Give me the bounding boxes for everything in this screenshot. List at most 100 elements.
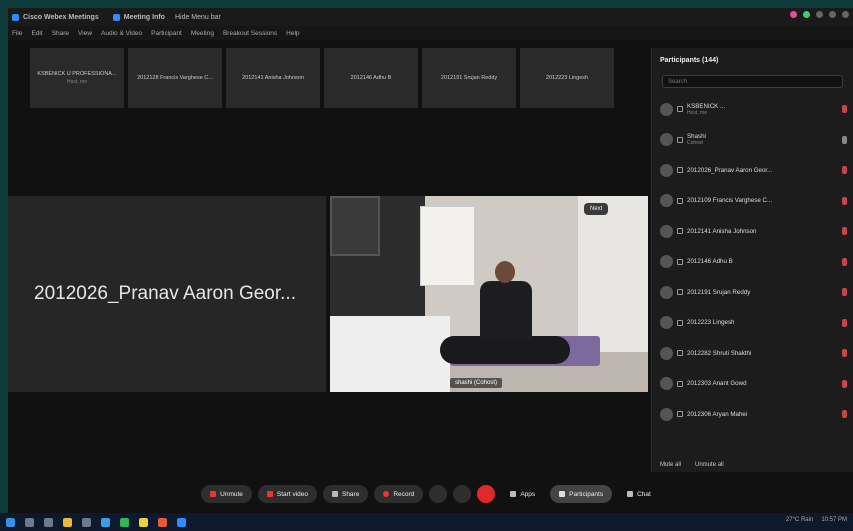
app-icon[interactable]	[139, 517, 148, 527]
mic-muted-icon[interactable]	[842, 105, 847, 114]
menu-file[interactable]: File	[12, 30, 22, 37]
participant-row[interactable]: 2012303 Anant Gowd	[660, 369, 847, 400]
mute-all-button[interactable]: Mute all	[660, 462, 681, 468]
menu-view[interactable]: View	[78, 30, 92, 37]
thumbnail-tile[interactable]: 2012141 Anisha Johnson	[226, 48, 320, 108]
chat-button[interactable]: Chat	[618, 485, 660, 503]
device-icon	[677, 350, 683, 357]
thumbnail-tile[interactable]: 2012223 Lingesh	[520, 48, 614, 108]
system-tray: 27°C Rain 10:57 PM	[786, 517, 847, 523]
thumbnail-tile[interactable]: 2012191 Srujan Reddy	[422, 48, 516, 108]
minimize-icon[interactable]	[816, 11, 823, 18]
menu-participant[interactable]: Participant	[151, 30, 182, 37]
next-button[interactable]: Next	[584, 203, 609, 215]
search-icon[interactable]	[25, 517, 34, 527]
person-head	[495, 261, 515, 283]
start-icon[interactable]	[6, 517, 15, 527]
participant-row[interactable]: 2012146 Adhu B	[660, 247, 847, 278]
counter	[330, 316, 450, 392]
menu-bar: File Edit Share View Audio & Video Parti…	[8, 26, 853, 40]
participant-row[interactable]: 2012282 Shruti Shakthi	[660, 338, 847, 369]
store-icon[interactable]	[82, 517, 91, 527]
app-title: Cisco Webex Meetings	[8, 13, 99, 21]
close-icon[interactable]	[842, 11, 849, 18]
device-icon	[677, 411, 683, 418]
start-video-button[interactable]: Start video	[257, 485, 317, 503]
app-icon[interactable]	[158, 517, 167, 527]
avatar	[660, 407, 673, 421]
menu-share[interactable]: Share	[52, 30, 69, 37]
participant-row[interactable]: 2012026_Pranav Aaron Geor...	[660, 155, 847, 186]
avatar	[660, 163, 673, 177]
mic-muted-icon[interactable]	[842, 257, 847, 266]
active-video-tile[interactable]: Next shashi (Cohost)	[330, 196, 648, 392]
video-name-tag: shashi (Cohost)	[450, 378, 503, 388]
participant-row[interactable]: 2012223 Lingesh	[660, 308, 847, 339]
participants-panel: Participants (144) Search KSBENICK ... Ho…	[651, 48, 853, 472]
edge-icon[interactable]	[101, 517, 110, 527]
cabinet-door	[330, 196, 380, 256]
record-button[interactable]: Record	[374, 485, 424, 503]
thumbnail-tile[interactable]: 2012128 Francis Varghese C...	[128, 48, 222, 108]
participant-row[interactable]: KSBENICK ... Host, me	[660, 94, 847, 125]
participant-row[interactable]: 2012141 Anisha Johnson	[660, 216, 847, 247]
maximize-icon[interactable]	[829, 11, 836, 18]
apps-button[interactable]: Apps	[501, 485, 544, 503]
video-thumbnail-strip: KSBENICK U PROFESSIONA... Host, me 201212…	[30, 48, 614, 108]
reactions-icon[interactable]	[429, 485, 448, 503]
mic-muted-icon[interactable]	[842, 349, 847, 358]
avatar	[660, 377, 673, 391]
participant-row[interactable]: 2012306 Aryan Mahei	[660, 399, 847, 430]
menu-audio-video[interactable]: Audio & Video	[101, 30, 142, 37]
thumbnail-tile[interactable]: KSBENICK U PROFESSIONA... Host, me	[30, 48, 124, 108]
menu-help[interactable]: Help	[286, 30, 299, 37]
participant-row[interactable]: Shashi Cohost	[660, 125, 847, 156]
person-body	[480, 281, 532, 341]
avatar	[660, 316, 673, 330]
info-icon	[112, 13, 120, 21]
clock-text: 10:57 PM	[821, 517, 847, 523]
mic-icon[interactable]	[842, 135, 847, 144]
mic-muted-icon[interactable]	[842, 379, 847, 388]
avatar	[660, 133, 673, 147]
unmute-button[interactable]: Unmute	[201, 485, 252, 503]
participant-name-tile[interactable]: 2012026_Pranav Aaron Geor...	[8, 196, 326, 392]
participant-list: KSBENICK ... Host, me Shashi Cohost 201202…	[652, 94, 853, 430]
share-button[interactable]: Share	[322, 485, 369, 503]
participants-button[interactable]: Participants	[550, 485, 613, 503]
share-icon	[331, 491, 338, 497]
mic-muted-icon[interactable]	[842, 166, 847, 175]
menu-breakout[interactable]: Breakout Sessions	[223, 30, 277, 37]
participant-row[interactable]: 2012191 Srujan Reddy	[660, 277, 847, 308]
panel-title: Participants (144)	[660, 56, 719, 64]
mic-muted-icon[interactable]	[842, 196, 847, 205]
avatar	[660, 102, 673, 116]
menu-edit[interactable]: Edit	[31, 30, 42, 37]
unmute-all-button[interactable]: Unmute all	[695, 462, 724, 468]
thumbnail-tile[interactable]: 2012146 Adhu B	[324, 48, 418, 108]
participant-search-input[interactable]: Search	[662, 75, 843, 88]
file-explorer-icon[interactable]	[63, 517, 72, 527]
leave-meeting-button[interactable]	[477, 485, 496, 503]
mic-muted-icon[interactable]	[842, 318, 847, 327]
webex-taskbar-icon[interactable]	[177, 517, 186, 527]
participants-icon	[559, 491, 566, 497]
hide-menu-button[interactable]: Hide Menu bar	[175, 14, 221, 21]
mic-muted-icon[interactable]	[842, 227, 847, 236]
task-view-icon[interactable]	[44, 517, 53, 527]
apps-icon	[510, 491, 517, 497]
device-icon	[677, 197, 683, 204]
mic-muted-icon[interactable]	[842, 288, 847, 297]
participant-row[interactable]: 2012109 Francis Varghese C...	[660, 186, 847, 217]
mic-muted-icon[interactable]	[842, 410, 847, 419]
menu-meeting[interactable]: Meeting	[191, 30, 214, 37]
title-bar: Cisco Webex Meetings Meeting Info Hide M…	[8, 8, 853, 26]
avatar	[660, 346, 673, 360]
more-options-icon[interactable]	[453, 485, 472, 503]
chrome-icon[interactable]	[120, 517, 129, 527]
record-icon	[383, 491, 390, 497]
device-icon	[677, 167, 683, 174]
shelf	[420, 206, 475, 286]
meeting-info-button[interactable]: Meeting Info	[109, 13, 165, 21]
device-icon	[677, 319, 683, 326]
